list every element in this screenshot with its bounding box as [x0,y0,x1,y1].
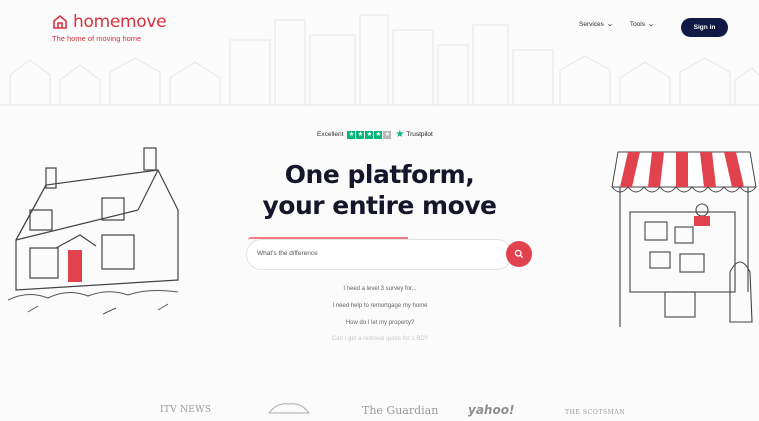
star-icon: ★ [356,130,365,139]
rating-label: Excellent [317,131,344,138]
trustpilot-star-icon: ★ [395,129,405,140]
rating-stars: ★ ★ ★ ★ ★ [347,130,392,139]
nav-services-label: Services [579,20,604,28]
trustpilot-name: Trustpilot [406,131,433,138]
hero-heading-line2: your entire move [262,191,497,220]
trustpilot-rating[interactable]: Excellent ★ ★ ★ ★ ★ ★ Trustpilot [317,129,433,140]
chevron-down-icon: ⌄ [647,21,655,28]
house-illustration [8,147,179,315]
suggestion-link[interactable]: I need help to remortgage my home [300,303,460,309]
sign-in-button[interactable]: Sign in [681,18,728,37]
nav-tools-label: Tools [629,20,645,28]
star-icon: ★ [365,130,374,139]
search-button[interactable] [506,241,532,267]
brand-name: homemove [73,12,167,32]
search-input[interactable] [257,250,497,257]
brand-tagline: The home of moving home [52,34,142,43]
press-logo-itv: ITV NEWS [160,405,212,415]
search-focus-accent [248,237,408,240]
search-icon [514,249,524,259]
trustpilot-logo: ★ Trustpilot [395,129,432,140]
press-logo-yahoo: yahoo! [468,403,515,417]
star-icon: ★ [383,130,392,139]
chevron-down-icon: ⌄ [606,21,614,28]
hero-heading-line1: One platform, [284,160,475,189]
nav-services[interactable]: Services ⌄ [579,20,614,29]
star-icon: ★ [347,130,356,139]
top-nav: Services ⌄ Tools ⌄ [579,20,655,29]
suggestion-link[interactable]: How do I let my property? [300,320,460,326]
suggestion-link[interactable]: Can I get a removal quote for 1 BD? [300,336,460,342]
search-box [246,239,512,270]
nav-tools[interactable]: Tools ⌄ [629,20,655,29]
press-logo-crest [268,403,310,414]
brand-logo[interactable]: homemove The home of moving home [52,12,167,43]
market-stall-illustration [611,151,757,327]
house-logo-icon [53,14,67,29]
press-logo-guardian: The Guardian [362,404,439,417]
press-logo-scotsman: THE SCOTSMAN [565,409,626,416]
star-icon: ★ [374,130,383,139]
suggestion-link[interactable]: I need a level 3 survey for... [300,286,460,292]
